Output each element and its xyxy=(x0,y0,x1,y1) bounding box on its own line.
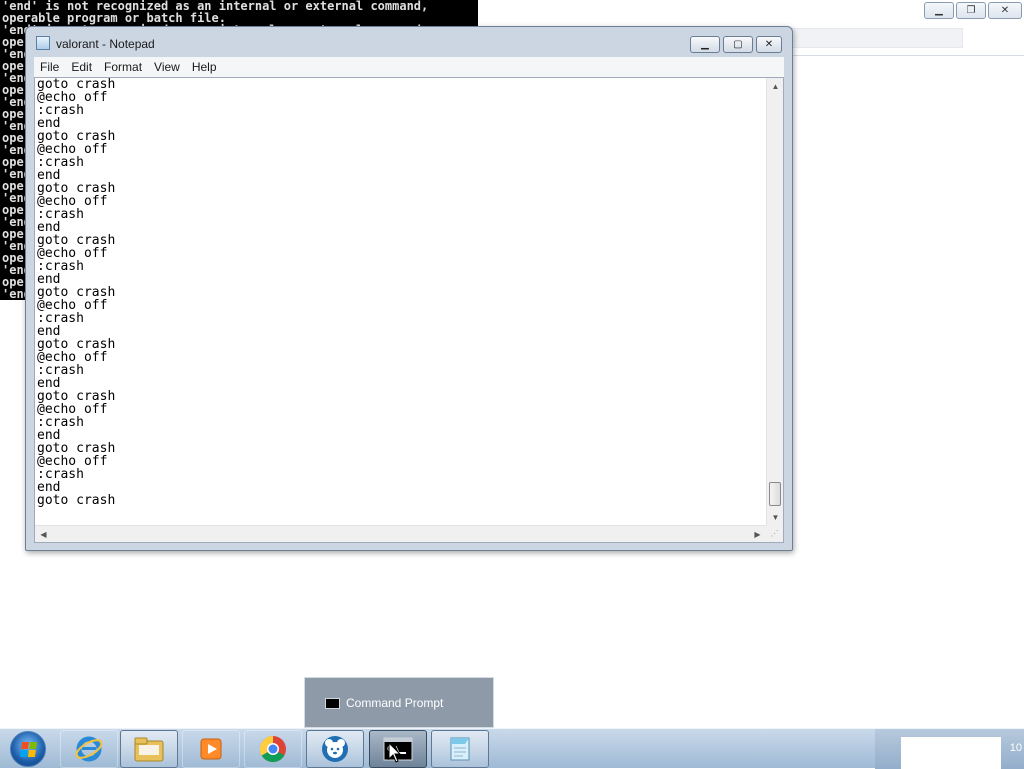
folder-icon xyxy=(134,737,164,762)
editor-content[interactable]: goto crash @echo off:crash end goto crash @e… xyxy=(37,78,115,507)
text-editor[interactable]: goto crash @echo off:crash end goto crash @e… xyxy=(34,77,784,543)
media-player-icon xyxy=(200,738,222,760)
windows-start-icon xyxy=(10,731,46,767)
menu-file[interactable]: File xyxy=(34,60,65,74)
window-title: valorant - Notepad xyxy=(56,37,155,51)
vertical-scrollbar[interactable]: ▲ ▼ xyxy=(766,78,783,526)
taskbar-internet-explorer[interactable] xyxy=(60,730,118,768)
desktop: 'end' is not recognized as an internal o… xyxy=(0,0,1024,728)
menu-format[interactable]: Format xyxy=(98,60,148,74)
command-prompt-icon xyxy=(325,698,340,709)
notepad-icon xyxy=(36,36,50,50)
close-button[interactable]: ✕ xyxy=(756,36,782,53)
taskbar-chrome[interactable] xyxy=(244,730,302,768)
tray-panel xyxy=(901,737,1001,769)
menu-edit[interactable]: Edit xyxy=(65,60,98,74)
minimize-button[interactable]: ▁ xyxy=(690,36,720,53)
notepad-icon xyxy=(450,737,470,761)
vertical-scroll-thumb[interactable] xyxy=(769,482,781,506)
background-close-button[interactable]: ✕ xyxy=(988,2,1022,19)
notepad-titlebar[interactable]: valorant - Notepad ▁ ▢ ✕ xyxy=(26,27,792,57)
thumbnail-label: Command Prompt xyxy=(346,696,444,710)
notepad-caption-buttons: ▁ ▢ ✕ xyxy=(690,36,782,53)
taskbar-file-explorer[interactable] xyxy=(120,730,178,768)
horizontal-scrollbar[interactable]: ◀ ▶ xyxy=(35,525,766,542)
menu-bar: File Edit Format View Help xyxy=(34,57,784,77)
background-window-address-bar[interactable] xyxy=(783,28,963,48)
background-minimize-button[interactable]: ▁ xyxy=(924,2,954,19)
bear-icon xyxy=(322,736,348,762)
taskbar-thumbnail-popup[interactable]: Command Prompt xyxy=(304,677,494,728)
notepad-window[interactable]: valorant - Notepad ▁ ▢ ✕ File Edit Forma… xyxy=(25,26,793,551)
scroll-right-arrow-icon[interactable]: ▶ xyxy=(749,526,766,542)
editor-line: goto crash xyxy=(37,493,116,508)
scroll-down-arrow-icon[interactable]: ▼ xyxy=(767,509,783,526)
background-window-caption-buttons: ▁ ❐ ✕ xyxy=(924,2,1022,19)
internet-explorer-icon xyxy=(75,736,103,762)
taskbar-bear-app[interactable] xyxy=(306,730,364,768)
scroll-up-arrow-icon[interactable]: ▲ xyxy=(767,78,783,95)
start-button[interactable] xyxy=(2,730,54,768)
background-restore-button[interactable]: ❐ xyxy=(956,2,986,19)
resize-grip-icon[interactable]: ⋰ xyxy=(766,525,783,542)
menu-view[interactable]: View xyxy=(148,60,186,74)
menu-help[interactable]: Help xyxy=(186,60,223,74)
taskbar-media-player[interactable] xyxy=(182,730,240,768)
clock[interactable]: 10 xyxy=(1010,742,1022,754)
notification-area: 10 xyxy=(875,729,1024,769)
taskbar-notepad[interactable] xyxy=(431,730,489,768)
taskbar: C:\ 10 xyxy=(0,728,1024,769)
scroll-left-arrow-icon[interactable]: ◀ xyxy=(35,526,52,542)
maximize-button[interactable]: ▢ xyxy=(723,36,753,53)
chrome-icon xyxy=(259,735,286,763)
